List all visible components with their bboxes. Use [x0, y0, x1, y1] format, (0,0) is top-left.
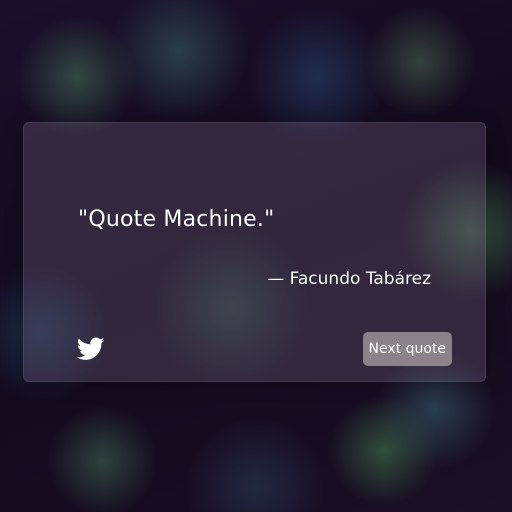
twitter-bird-icon: [77, 337, 105, 360]
tweet-quote-button[interactable]: [77, 337, 105, 361]
quote-text: "Quote Machine.": [78, 207, 275, 232]
next-quote-button[interactable]: Next quote: [362, 332, 452, 366]
quote-box: "Quote Machine." — Facundo Tabárez Next …: [23, 122, 486, 382]
quote-author: — Facundo Tabárez: [267, 269, 431, 289]
